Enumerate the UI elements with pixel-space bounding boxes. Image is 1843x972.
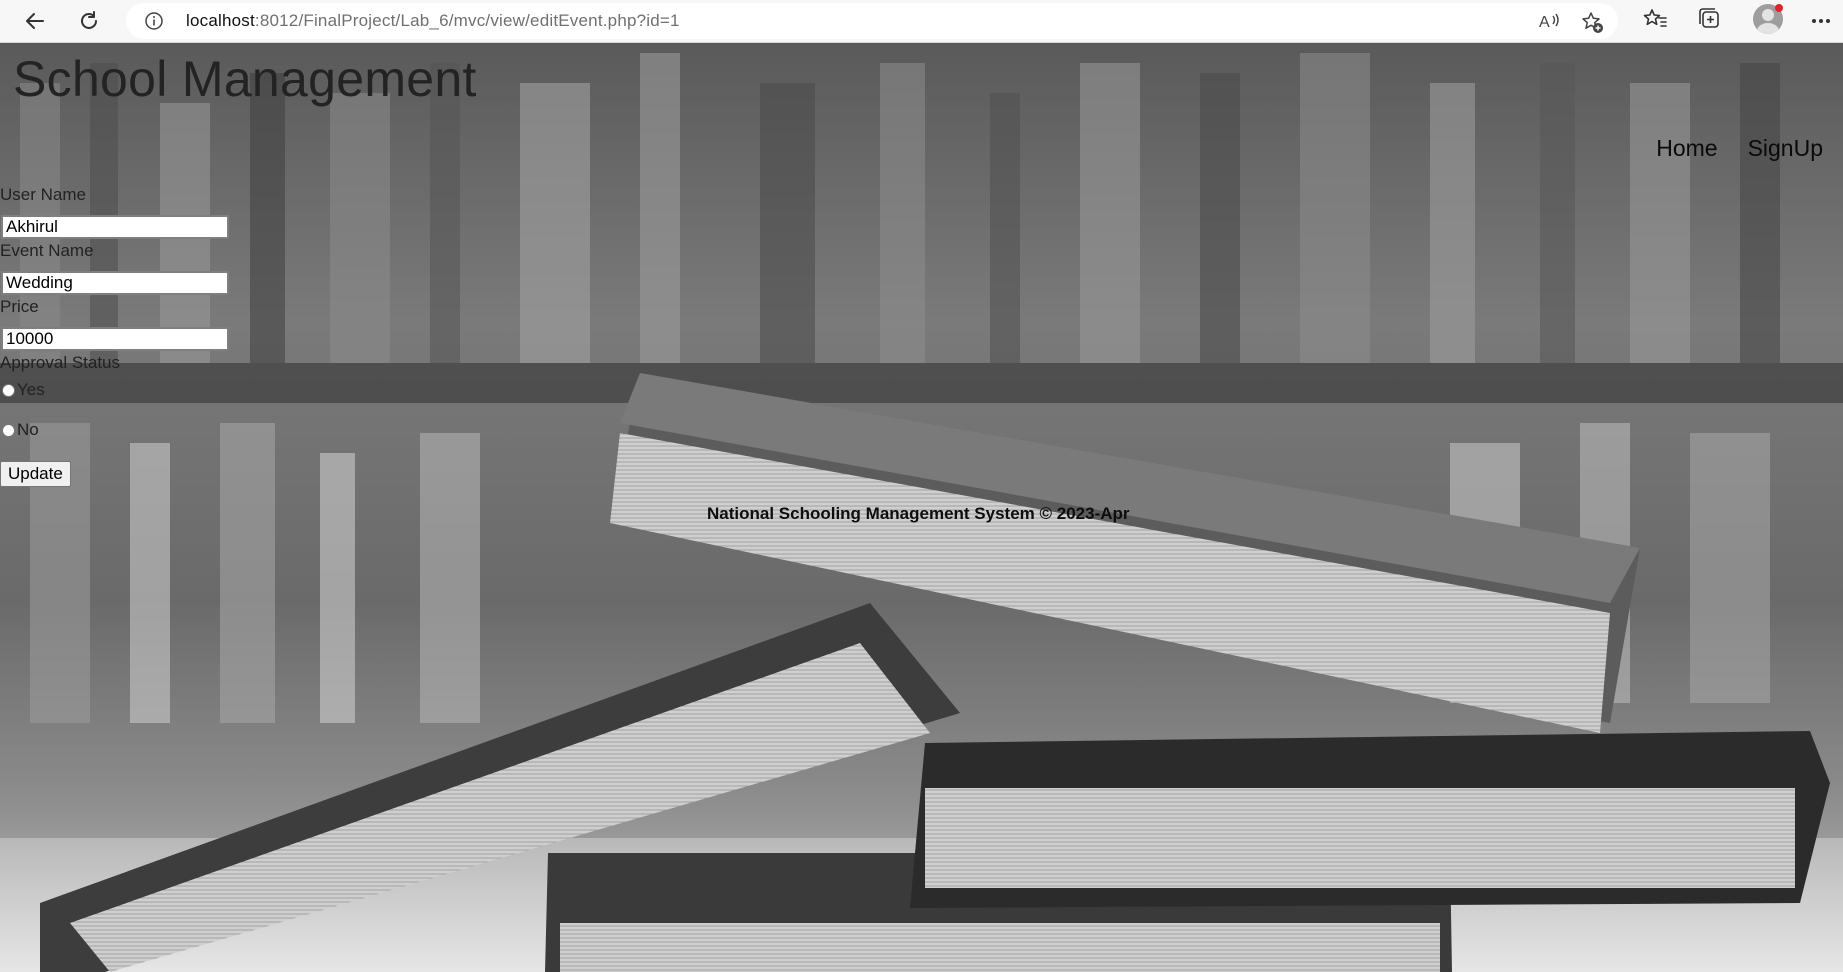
refresh-button[interactable] xyxy=(72,4,106,38)
approval-yes-text: Yes xyxy=(17,380,45,399)
nav-signup-link[interactable]: SignUp xyxy=(1748,135,1823,162)
back-button[interactable] xyxy=(18,4,52,38)
page-title: School Management xyxy=(13,51,477,107)
approval-no-radio[interactable] xyxy=(2,423,15,437)
nav-home-link[interactable]: Home xyxy=(1656,135,1717,162)
approval-yes-radio[interactable] xyxy=(2,383,15,397)
url-host: localhost xyxy=(186,11,255,30)
address-bar[interactable]: localhost:8012/FinalProject/Lab_6/mvc/vi… xyxy=(126,3,1618,39)
svg-text:A: A xyxy=(1539,14,1550,31)
refresh-icon xyxy=(81,11,97,29)
page-content: School Management Home SignUp User Name … xyxy=(0,43,1843,972)
notification-dot-icon xyxy=(1775,4,1783,12)
approval-no-text: No xyxy=(17,420,39,439)
url-path: :8012/FinalProject/Lab_6/mvc/view/editEv… xyxy=(254,11,680,30)
top-nav: Home SignUp xyxy=(1656,135,1823,162)
edit-event-form: User Name Event Name Price Approval Stat… xyxy=(0,185,229,487)
price-label: Price xyxy=(0,297,39,316)
url-text[interactable]: localhost:8012/FinalProject/Lab_6/mvc/vi… xyxy=(186,11,680,31)
more-options-icon[interactable] xyxy=(1811,12,1831,30)
approval-no-option[interactable]: No xyxy=(0,419,229,441)
event-name-label: Event Name xyxy=(0,241,94,260)
approval-status-label: Approval Status xyxy=(0,353,121,372)
back-arrow-icon xyxy=(26,13,44,29)
user-name-label: User Name xyxy=(0,185,86,204)
event-name-input[interactable] xyxy=(1,271,229,295)
collections-icon[interactable] xyxy=(1697,6,1723,37)
price-input[interactable] xyxy=(1,327,229,351)
browser-toolbar: localhost:8012/FinalProject/Lab_6/mvc/vi… xyxy=(0,0,1843,43)
favorites-icon[interactable] xyxy=(1642,6,1668,37)
user-name-input[interactable] xyxy=(1,215,229,239)
add-favorite-icon[interactable] xyxy=(1580,10,1604,39)
footer-copyright: National Schooling Management System © 2… xyxy=(707,504,1130,523)
update-button[interactable]: Update xyxy=(0,461,71,487)
site-info-icon[interactable] xyxy=(144,11,164,36)
approval-yes-option[interactable]: Yes xyxy=(0,379,229,401)
read-aloud-icon[interactable]: A xyxy=(1538,10,1562,37)
